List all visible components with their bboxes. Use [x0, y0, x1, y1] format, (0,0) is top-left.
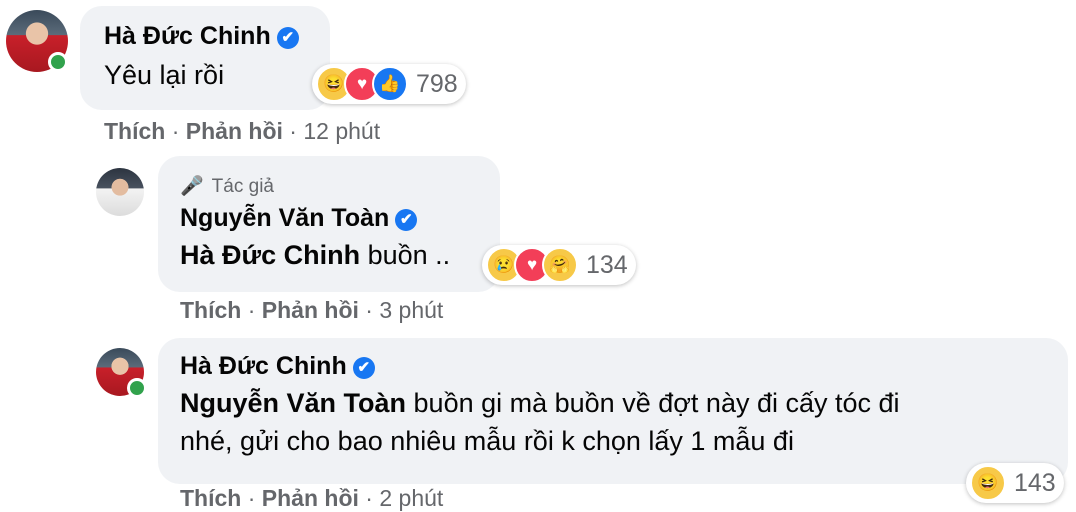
comment-text-line-1: Nguyễn Văn Toàn buồn gi mà buồn về đợt n… [180, 388, 900, 418]
author-badge: 🎤 Tác giả [180, 176, 274, 197]
timestamp[interactable]: 12 phút [303, 118, 380, 144]
care-icon: 🤗 [542, 247, 578, 283]
reaction-count: 798 [416, 69, 458, 98]
verified-badge-icon: ✔ [276, 27, 299, 49]
comment-text: Hà Đức Chinh buồn .. [180, 240, 451, 270]
reaction-summary[interactable]: 😆 143 [966, 463, 1064, 503]
haha-icon: 😆 [970, 465, 1006, 501]
timestamp[interactable]: 3 phút [379, 297, 443, 323]
reply-link[interactable]: Phản hồi [186, 118, 283, 144]
reaction-summary[interactable]: 😆 ♥ 👍 798 [312, 64, 466, 104]
reaction-summary[interactable]: 😢 ♥ 🤗 134 [482, 245, 636, 285]
online-status-dot [48, 52, 68, 72]
reply-link[interactable]: Phản hồi [262, 297, 359, 323]
comment-actions: Thích · Phản hồi · 2 phút [180, 485, 444, 511]
comment-actions: Thích · Phản hồi · 3 phút [180, 297, 444, 323]
verified-badge-icon: ✔ [395, 209, 418, 231]
comment-text: Yêu lại rồi [104, 60, 225, 90]
comment-actions: Thích · Phản hồi · 12 phút [104, 118, 381, 144]
mention-link[interactable]: Hà Đức Chinh [180, 240, 360, 270]
comment-text-line-2: nhé, gửi cho bao nhiêu mẫu rồi k chọn lấ… [180, 426, 794, 456]
like-link[interactable]: Thích [104, 118, 165, 144]
online-status-dot [127, 378, 147, 398]
comment-author-name[interactable]: Hà Đức Chinh ✔ [180, 352, 375, 381]
comment-author-name[interactable]: Hà Đức Chinh ✔ [104, 22, 299, 51]
timestamp[interactable]: 2 phút [379, 485, 443, 511]
verified-badge-icon: ✔ [352, 357, 375, 379]
reaction-count: 143 [1014, 468, 1056, 497]
like-link[interactable]: Thích [180, 297, 241, 323]
reaction-count: 134 [586, 250, 628, 279]
avatar[interactable] [96, 168, 144, 216]
comment-author-name[interactable]: Nguyễn Văn Toàn ✔ [180, 204, 418, 233]
microphone-icon: 🎤 [180, 176, 204, 197]
like-icon: 👍 [372, 66, 408, 102]
reply-link[interactable]: Phản hồi [262, 485, 359, 511]
mention-link[interactable]: Nguyễn Văn Toàn [180, 388, 406, 418]
like-link[interactable]: Thích [180, 485, 241, 511]
